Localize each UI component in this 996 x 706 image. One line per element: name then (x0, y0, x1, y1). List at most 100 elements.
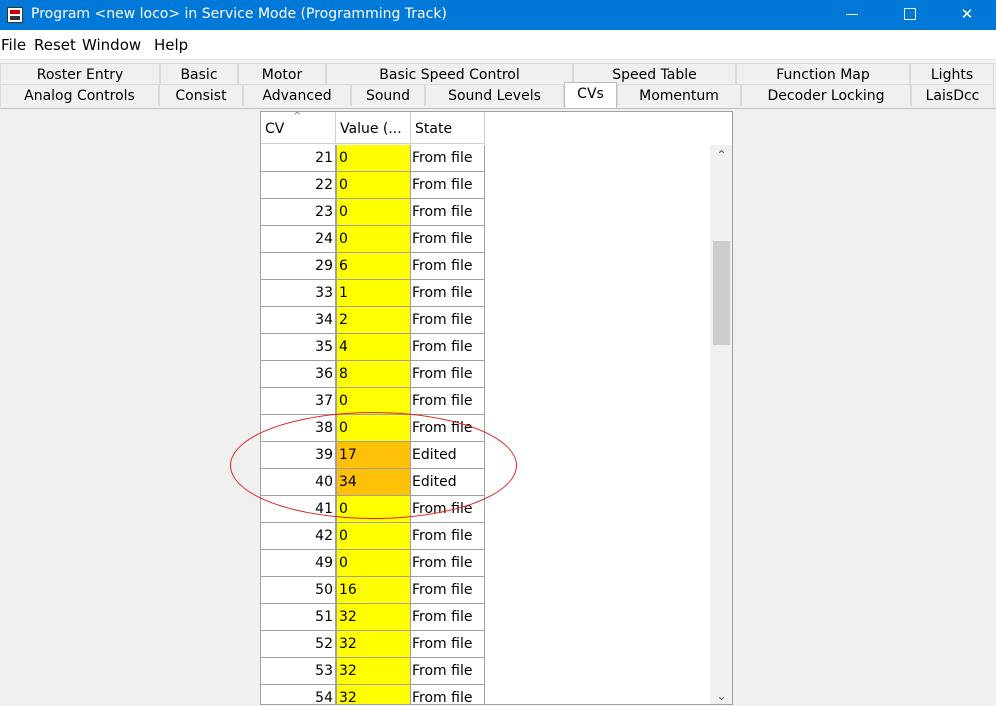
cell-cv: 35 (261, 334, 336, 361)
tab-sound-levels[interactable]: Sound Levels (425, 84, 564, 106)
cell-state: From file (411, 388, 485, 415)
cell-state: From file (411, 685, 485, 704)
column-header-value[interactable]: Value (... (336, 112, 411, 144)
column-header-cv[interactable]: CV ^ (261, 112, 336, 144)
table-row[interactable]: 22 0 From file (261, 172, 485, 199)
menu-bar: File Reset Window Help (0, 30, 996, 60)
title-bar: Program <new loco> in Service Mode (Prog… (0, 0, 996, 30)
cell-state: From file (411, 658, 485, 685)
table-row[interactable]: 24 0 From file (261, 226, 485, 253)
table-row[interactable]: 37 0 From file (261, 388, 485, 415)
menu-file[interactable]: File (1, 36, 26, 54)
tab-analog-controls[interactable]: Analog Controls (0, 84, 159, 106)
tab-strip: Roster Entry Basic Motor Basic Speed Con… (0, 61, 996, 109)
cell-state: From file (411, 307, 485, 334)
tab-lights[interactable]: Lights (910, 63, 994, 85)
scroll-up-icon[interactable]: ⌃ (710, 145, 732, 165)
close-icon: ✕ (960, 5, 974, 23)
scroll-down-icon[interactable]: ⌄ (710, 686, 732, 704)
tab-sound[interactable]: Sound (351, 84, 425, 106)
tab-roster-entry[interactable]: Roster Entry (0, 63, 160, 85)
menu-reset[interactable]: Reset (34, 36, 76, 54)
cell-cv: 23 (261, 199, 336, 226)
tab-consist[interactable]: Consist (159, 84, 243, 106)
cell-value[interactable]: 0 (336, 145, 411, 172)
cell-value[interactable]: 0 (336, 199, 411, 226)
table-row[interactable]: 53 32 From file (261, 658, 485, 685)
table-row[interactable]: 23 0 From file (261, 199, 485, 226)
cell-cv: 29 (261, 253, 336, 280)
cell-value[interactable]: 32 (336, 604, 411, 631)
cell-value[interactable]: 1 (336, 280, 411, 307)
cell-cv: 22 (261, 172, 336, 199)
cell-state: From file (411, 550, 485, 577)
minimize-button[interactable] (823, 0, 881, 30)
cell-cv: 51 (261, 604, 336, 631)
cell-value[interactable]: 0 (336, 226, 411, 253)
cell-state: From file (411, 199, 485, 226)
cell-cv: 33 (261, 280, 336, 307)
close-button[interactable]: ✕ (938, 0, 996, 30)
cell-value[interactable]: 32 (336, 631, 411, 658)
cell-state: From file (411, 361, 485, 388)
cell-state: From file (411, 280, 485, 307)
tab-momentum[interactable]: Momentum (617, 84, 741, 106)
table-row[interactable]: 52 32 From file (261, 631, 485, 658)
cell-value[interactable]: 8 (336, 361, 411, 388)
cell-cv: 36 (261, 361, 336, 388)
cell-value[interactable]: 4 (336, 334, 411, 361)
column-header-state[interactable]: State (411, 112, 485, 144)
cell-state: From file (411, 631, 485, 658)
cv-table: CV ^ Value (... State 21 0 From file 22 0 Fro… (260, 111, 733, 705)
tab-basic[interactable]: Basic (160, 63, 238, 85)
table-row[interactable]: 34 2 From file (261, 307, 485, 334)
tab-laisdcc[interactable]: LaisDcc (911, 84, 994, 106)
table-row[interactable]: 21 0 From file (261, 145, 485, 172)
tab-motor[interactable]: Motor (238, 63, 326, 85)
minimize-icon (846, 14, 858, 15)
column-header-cv-label: CV (265, 121, 285, 137)
app-icon (7, 7, 23, 23)
tab-advanced[interactable]: Advanced (243, 84, 351, 106)
menu-window[interactable]: Window (82, 36, 141, 54)
cell-value[interactable]: 0 (336, 550, 411, 577)
tab-decoder-locking[interactable]: Decoder Locking (741, 84, 911, 106)
maximize-button[interactable] (881, 0, 939, 30)
cell-cv: 37 (261, 388, 336, 415)
tab-function-map[interactable]: Function Map (736, 63, 910, 85)
table-row[interactable]: 54 32 From file (261, 685, 485, 704)
table-row[interactable]: 51 32 From file (261, 604, 485, 631)
window-title: Program <new loco> in Service Mode (Prog… (31, 6, 447, 22)
table-row[interactable]: 33 1 From file (261, 280, 485, 307)
menu-help[interactable]: Help (154, 36, 188, 54)
cell-value[interactable]: 6 (336, 253, 411, 280)
tab-basic-speed-control[interactable]: Basic Speed Control (326, 63, 573, 85)
cell-value[interactable]: 0 (336, 388, 411, 415)
sort-ascending-icon: ^ (293, 111, 302, 122)
cell-state: From file (411, 523, 485, 550)
cell-cv: 24 (261, 226, 336, 253)
cell-cv: 54 (261, 685, 336, 704)
cell-value[interactable]: 2 (336, 307, 411, 334)
table-row[interactable]: 49 0 From file (261, 550, 485, 577)
cell-state: From file (411, 172, 485, 199)
tab-cvs[interactable]: CVs (564, 82, 617, 109)
cell-cv: 52 (261, 631, 336, 658)
table-row[interactable]: 36 8 From file (261, 361, 485, 388)
cell-state: From file (411, 334, 485, 361)
table-row[interactable]: 42 0 From file (261, 523, 485, 550)
cell-value[interactable]: 0 (336, 523, 411, 550)
table-row[interactable]: 29 6 From file (261, 253, 485, 280)
cell-value[interactable]: 32 (336, 685, 411, 704)
vertical-scrollbar[interactable]: ⌃ ⌄ (710, 145, 732, 704)
table-row[interactable]: 35 4 From file (261, 334, 485, 361)
table-header: CV ^ Value (... State (261, 112, 485, 144)
table-row[interactable]: 50 16 From file (261, 577, 485, 604)
cell-value[interactable]: 32 (336, 658, 411, 685)
cell-value[interactable]: 16 (336, 577, 411, 604)
cv-panel: CV ^ Value (... State 21 0 From file 22 0 Fro… (0, 109, 996, 706)
cell-cv: 53 (261, 658, 336, 685)
scroll-thumb[interactable] (713, 241, 730, 345)
cell-cv: 50 (261, 577, 336, 604)
cell-value[interactable]: 0 (336, 172, 411, 199)
